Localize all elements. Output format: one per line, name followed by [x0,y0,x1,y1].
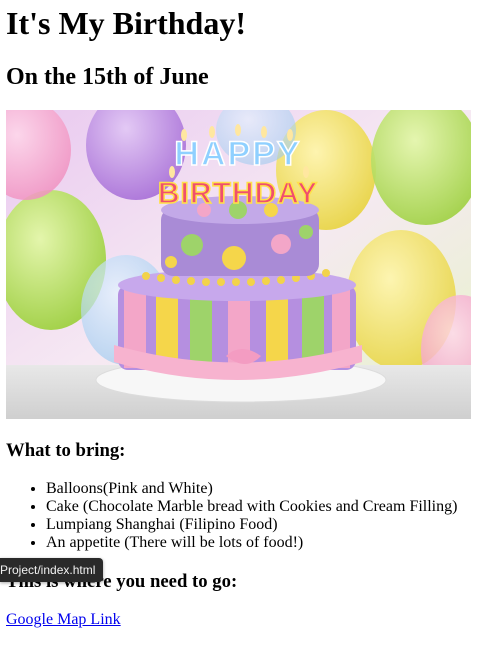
bring-list: Balloons(Pink and White) Cake (Chocolate… [6,480,457,552]
page-subtitle: On the 15th of June [6,64,209,90]
candle-birthday: BIRTHDAY [158,177,318,210]
list-item: Balloons(Pink and White) [46,480,457,498]
candle-happy: HAPPY [174,135,301,173]
birthday-cake-image: HAPPY BIRTHDAY [6,110,471,419]
google-map-link[interactable]: Google Map Link [6,610,121,630]
page-title: It's My Birthday! [6,5,246,41]
list-item: An appetite (There will be lots of food!… [46,534,457,552]
list-item: Cake (Chocolate Marble bread with Cookie… [46,498,457,516]
bring-heading: What to bring: [6,440,126,461]
status-url-tooltip: Project/index.html [0,558,104,582]
list-item: Lumpiang Shanghai (Filipino Food) [46,516,457,534]
